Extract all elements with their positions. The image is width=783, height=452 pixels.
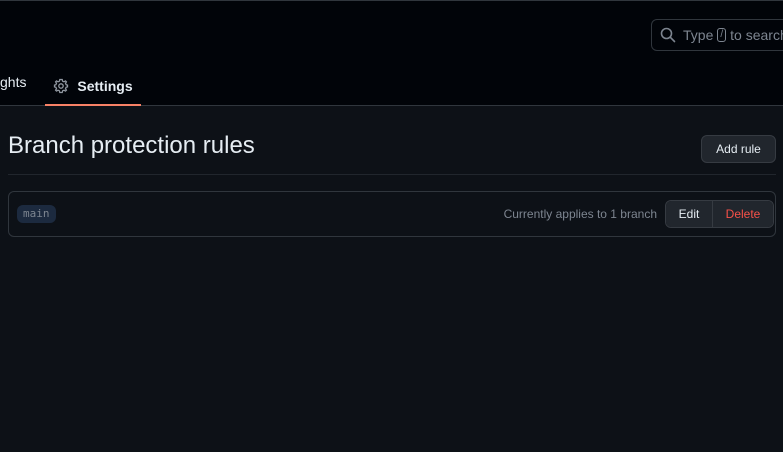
- gear-icon: [54, 78, 69, 94]
- search-input[interactable]: Type / to search: [651, 19, 783, 51]
- top-header: Type / to search: [0, 0, 783, 68]
- search-placeholder-suffix: to search: [730, 27, 783, 43]
- search-placeholder-prefix: Type: [683, 27, 714, 43]
- tab-insights[interactable]: ghts: [0, 74, 26, 90]
- search-icon: [660, 27, 676, 43]
- rule-actions: Edit Delete: [665, 200, 774, 228]
- heading-divider: [8, 174, 776, 175]
- branch-name-badge: main: [17, 205, 56, 223]
- page-title: Branch protection rules: [8, 132, 255, 159]
- add-rule-button[interactable]: Add rule: [701, 135, 776, 163]
- delete-rule-button[interactable]: Delete: [713, 201, 773, 227]
- edit-rule-button[interactable]: Edit: [666, 201, 713, 227]
- search-shortcut-key: /: [717, 28, 727, 42]
- tab-settings-label: Settings: [77, 78, 133, 94]
- branch-rule-row: main Currently applies to 1 branch Edit …: [8, 191, 776, 237]
- main-content: Branch protection rules Add rule main Cu…: [0, 106, 783, 452]
- rule-applies-text: Currently applies to 1 branch: [503, 207, 657, 221]
- tab-settings[interactable]: Settings: [45, 68, 141, 106]
- repo-nav-tabs: ghts Settings: [0, 68, 783, 106]
